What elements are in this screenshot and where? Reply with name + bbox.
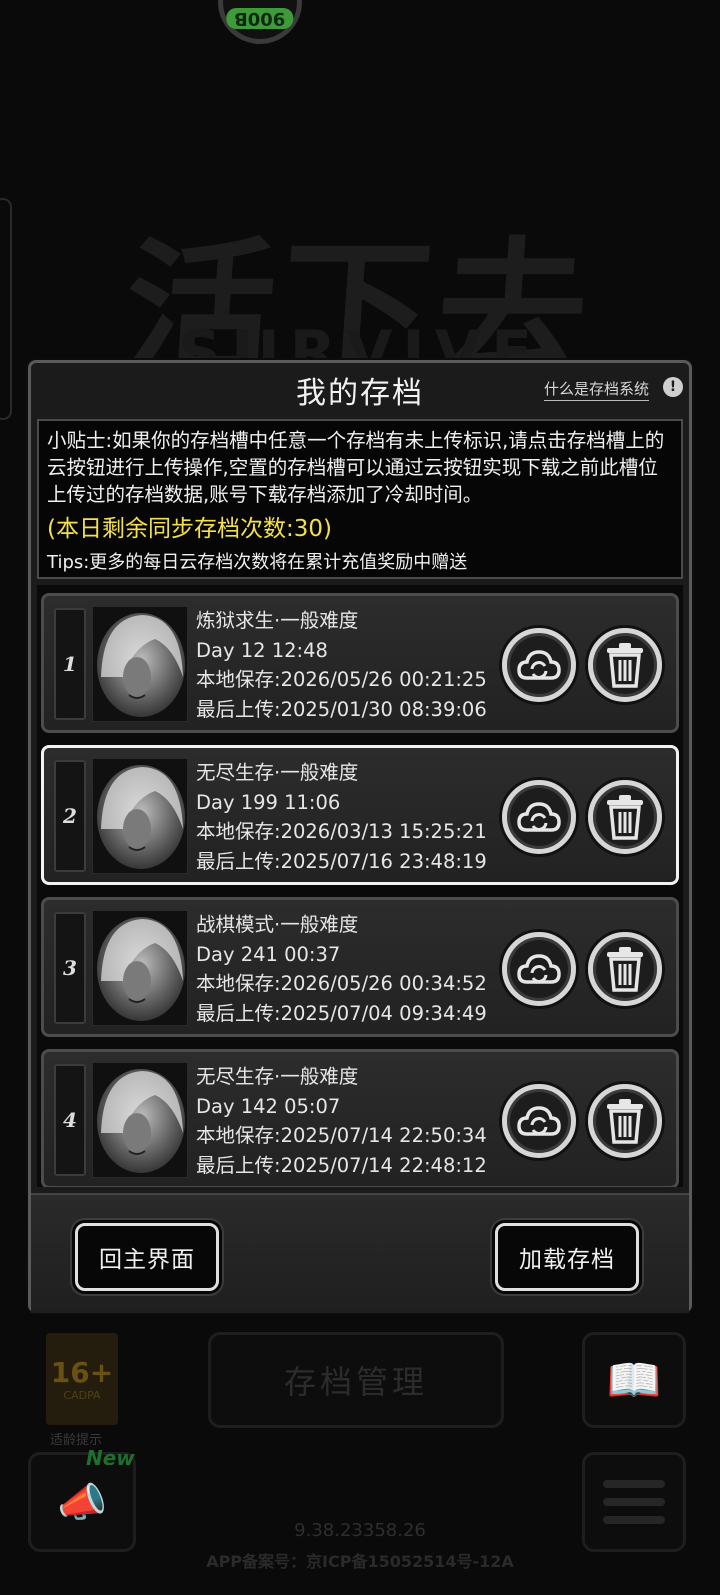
trash-icon: [607, 947, 643, 992]
save-slot-1[interactable]: 1 炼狱求生·一般难度 Day 12 12:48 本地保存:2026/05/26…: [41, 593, 679, 733]
slot-number: 2: [54, 760, 86, 872]
slot-last-upload: 最后上传:2025/07/14 22:48:12: [196, 1153, 487, 1177]
back-to-main-button[interactable]: 回主界面: [75, 1223, 219, 1291]
slot-day: Day 142 05:07: [196, 1094, 341, 1118]
trash-icon: [607, 643, 643, 688]
cloud-sync-button[interactable]: [502, 780, 576, 854]
slot-info: 炼狱求生·一般难度 Day 12 12:48 本地保存:2026/05/26 0…: [196, 606, 487, 724]
save-slot-3[interactable]: 3 战棋模式·一般难度 Day 241 00:37 本地保存:2026/05/2…: [41, 897, 679, 1037]
delete-button[interactable]: [588, 780, 662, 854]
trash-icon: [607, 1099, 643, 1144]
tips-text: 小贴士:如果你的存档槽中任意一个存档有未上传标识,请点击存档槽上的云按钮进行上传…: [47, 429, 665, 506]
dialog-header: 我的存档 什么是存档系统 !: [31, 363, 689, 417]
slot-local-save: 本地保存:2026/05/26 00:34:52: [196, 972, 487, 995]
icp-record-text: APP备案号：京ICP备15052514号-12A: [206, 1552, 514, 1571]
age-rating-number: 16+: [50, 1356, 114, 1389]
slot-last-upload: 最后上传:2025/07/16 23:48:19: [196, 849, 487, 873]
slot-day: Day 12 12:48: [196, 638, 328, 662]
slot-info: 战棋模式·一般难度 Day 241 00:37 本地保存:2026/05/26 …: [196, 910, 487, 1028]
cloud-sync-icon: [517, 650, 561, 680]
slot-number: 3: [54, 912, 86, 1024]
slot-local-save: 本地保存:2025/07/14 22:50:34: [196, 1124, 487, 1147]
info-icon[interactable]: !: [663, 377, 683, 397]
slot-number: 1: [54, 608, 86, 720]
dialog-title: 我的存档: [296, 376, 424, 411]
top-badge-text: 900B: [226, 8, 294, 29]
slot-number: 4: [54, 1064, 86, 1176]
character-portrait: [92, 1062, 188, 1178]
cloud-sync-button[interactable]: [502, 932, 576, 1006]
top-badge: 900B: [218, 0, 302, 44]
cloud-sync-icon: [517, 954, 561, 984]
slot-last-upload: 最后上传:2025/01/30 08:39:06: [196, 697, 487, 721]
save-slot-4[interactable]: 4 无尽生存·一般难度 Day 142 05:07 本地保存:2025/07/1…: [41, 1049, 679, 1187]
save-slot-list[interactable]: 1 炼狱求生·一般难度 Day 12 12:48 本地保存:2026/05/26…: [37, 585, 683, 1187]
dialog-footer: 回主界面 加载存档: [31, 1193, 689, 1313]
cloud-sync-button[interactable]: [502, 628, 576, 702]
slot-local-save: 本地保存:2026/05/26 00:21:25: [196, 668, 487, 691]
cloud-sync-button[interactable]: [502, 1084, 576, 1158]
slot-local-save: 本地保存:2026/03/13 15:25:21: [196, 820, 487, 843]
sync-remaining-count: (本日剩余同步存档次数:30): [47, 516, 332, 542]
save-slot-2[interactable]: 2 无尽生存·一般难度 Day 199 11:06 本地保存:2026/03/1…: [41, 745, 679, 885]
tips-box: 小贴士:如果你的存档槽中任意一个存档有未上传标识,请点击存档槽上的云按钮进行上传…: [37, 419, 683, 579]
tips-more-text: Tips:更多的每日云存档次数将在累计充值奖励中赠送: [47, 552, 468, 573]
save-manager-button: 存档管理: [208, 1332, 504, 1428]
delete-button[interactable]: [588, 628, 662, 702]
version-text: 9.38.23358.26: [294, 1520, 426, 1541]
slot-mode: 无尽生存·一般难度: [196, 1065, 359, 1088]
slot-last-upload: 最后上传:2025/07/04 09:34:49: [196, 1001, 487, 1025]
trash-icon: [607, 795, 643, 840]
delete-button[interactable]: [588, 1084, 662, 1158]
slot-mode: 战棋模式·一般难度: [196, 913, 359, 936]
character-portrait: [92, 758, 188, 874]
delete-button[interactable]: [588, 932, 662, 1006]
cloud-sync-icon: [517, 802, 561, 832]
character-portrait: [92, 910, 188, 1026]
slot-day: Day 199 11:06: [196, 790, 341, 814]
save-dialog: 我的存档 什么是存档系统 ! 小贴士:如果你的存档槽中任意一个存档有未上传标识,…: [28, 360, 692, 1313]
slot-info: 无尽生存·一般难度 Day 142 05:07 本地保存:2025/07/14 …: [196, 1062, 487, 1180]
age-rating-org: CADPA: [63, 1389, 101, 1402]
character-portrait: [92, 606, 188, 722]
slot-info: 无尽生存·一般难度 Day 199 11:06 本地保存:2026/03/13 …: [196, 758, 487, 876]
new-tag: New: [86, 1446, 135, 1470]
slot-mode: 炼狱求生·一般难度: [196, 609, 359, 632]
manual-book-icon: 📖: [582, 1332, 686, 1428]
slot-mode: 无尽生存·一般难度: [196, 761, 359, 784]
cloud-sync-icon: [517, 1106, 561, 1136]
save-system-help-link[interactable]: 什么是存档系统: [543, 378, 649, 401]
age-rating-badge: 16+ CADPA: [46, 1333, 118, 1425]
slot-day: Day 241 00:37: [196, 942, 341, 966]
load-save-button[interactable]: 加载存档: [495, 1223, 639, 1291]
